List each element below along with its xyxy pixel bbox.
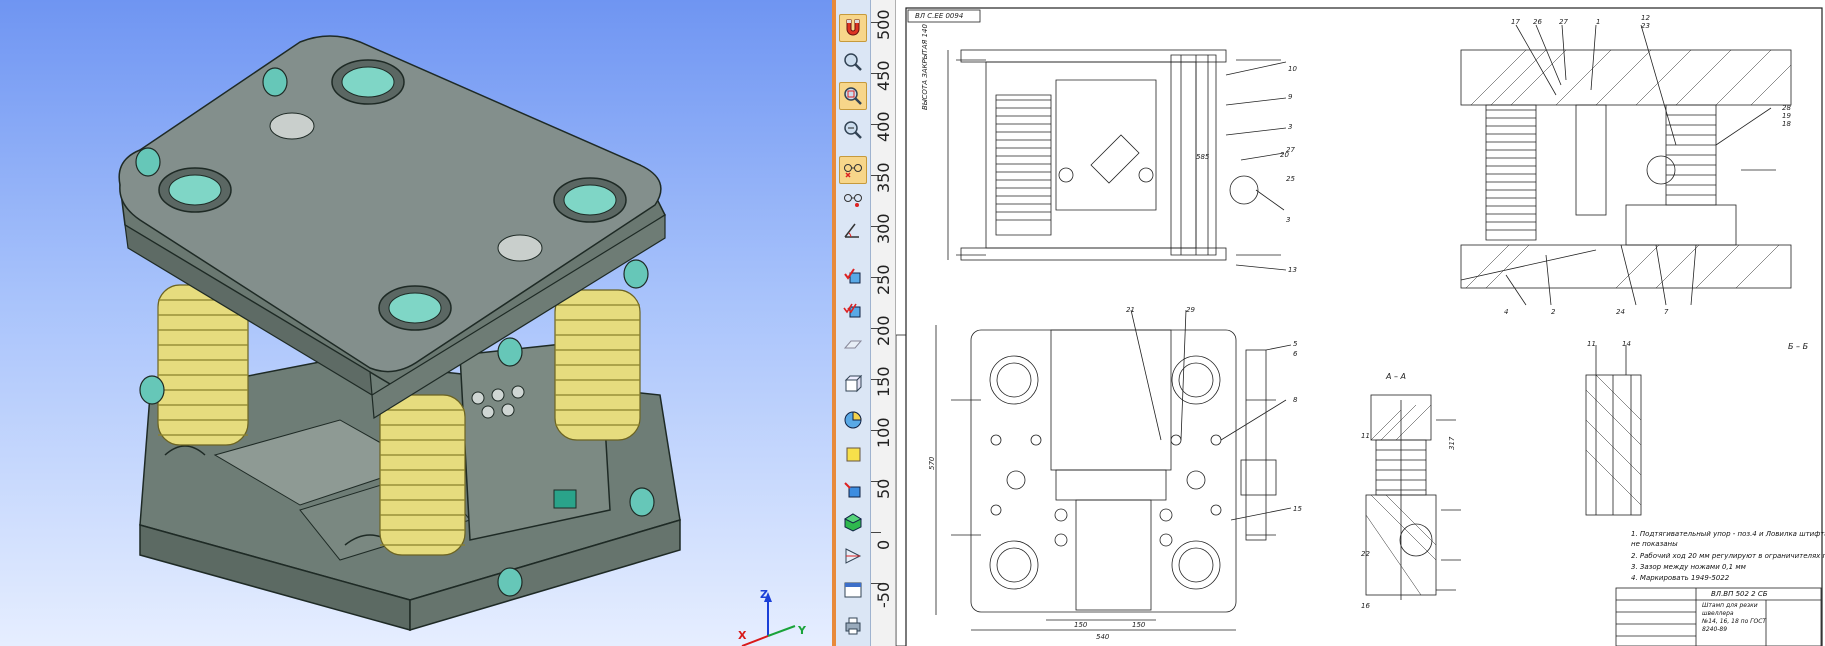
technical-note: 4. Маркировать 1949-5022 <box>1631 574 1730 582</box>
projection-icon[interactable] <box>839 542 867 570</box>
title-block-name: №14, 16, 18 по ГОСТ <box>1702 618 1767 625</box>
snap-cancel-icon[interactable] <box>839 156 867 184</box>
leader-label: 13 <box>1288 266 1297 274</box>
leader-label: 11 <box>1587 340 1596 348</box>
constraint-double-icon[interactable] <box>839 296 867 324</box>
ruler-label: 250 <box>874 264 893 295</box>
axis-x-label: X <box>738 629 747 642</box>
zoom-window-icon[interactable] <box>839 48 867 76</box>
vertical-toolbar <box>836 0 871 646</box>
model-viewport[interactable]: Z Y X <box>0 0 832 646</box>
leader-label: 4 <box>1504 308 1509 316</box>
leader-label: 8 <box>1293 396 1298 404</box>
leader-label: 2 <box>1551 308 1556 316</box>
leader-label: 16 <box>1361 602 1370 610</box>
drawing-sheet[interactable]: ВЛ С.ЕЕ 0094 ВЫСОТА ЗАКРЫТАЯ 140 585 570… <box>896 0 1825 646</box>
leader-label: 3 <box>1286 216 1291 224</box>
ruler-label: 350 <box>874 162 893 193</box>
dim-label: 150 <box>1132 621 1146 629</box>
dim-label: 317 <box>1448 436 1456 450</box>
ruler-label: 450 <box>874 60 893 91</box>
leader-label: 9 <box>1288 93 1293 101</box>
plane-icon[interactable] <box>839 330 867 358</box>
leader-label: 24 <box>1616 308 1625 316</box>
dim-label: 570 <box>928 456 936 470</box>
leader-label: 27 <box>1559 18 1568 26</box>
axis-z-label: Z <box>760 588 768 601</box>
section-aa-label: А – А <box>1386 372 1407 381</box>
leader-label: 25 <box>1286 175 1295 183</box>
axis-triad <box>741 592 796 646</box>
ruler-label: 500 <box>874 9 893 40</box>
print-icon[interactable] <box>839 612 867 640</box>
technical-note: не показаны <box>1631 540 1678 548</box>
shade-icon[interactable] <box>839 476 867 504</box>
spring-front <box>379 394 466 556</box>
leader-label: 3 <box>1288 123 1293 131</box>
leader-label: 15 <box>1293 505 1302 513</box>
leader-label: 28 <box>1782 104 1791 112</box>
leader-label: 23 <box>1641 22 1650 30</box>
dim-closed-height: ВЫСОТА ЗАКРЫТАЯ 140 <box>921 24 929 110</box>
ruler-label: 0 <box>874 539 893 550</box>
zoom-region-icon[interactable] <box>839 82 867 110</box>
technical-note: 1. Подтягивательный упор - поз.4 и Ловил… <box>1631 530 1825 538</box>
ruler-label: 300 <box>874 213 893 244</box>
render-icon[interactable] <box>839 508 867 536</box>
leader-label: 6 <box>1293 350 1298 358</box>
technical-note: 2. Рабочий ход 20 мм регулируют в ограни… <box>1631 552 1825 560</box>
leader-label: 26 <box>1533 18 1542 26</box>
stamp-text: ВЛ С.ЕЕ 0094 <box>915 12 964 20</box>
ruler-label: 100 <box>874 417 893 448</box>
leader-label: 18 <box>1782 120 1791 128</box>
die-set-3d-model[interactable] <box>0 0 832 646</box>
dim-label: 150 <box>1074 621 1088 629</box>
title-block-name: Штамп для резки <box>1702 602 1758 609</box>
section-view-icon[interactable] <box>839 406 867 434</box>
title-block-name: швеллера <box>1702 610 1734 617</box>
vertical-ruler[interactable]: 500 450 400 350 300 250 200 150 100 50 0… <box>871 0 896 646</box>
leader-label: 20 <box>1280 151 1289 159</box>
leader-label: 21 <box>1126 306 1135 314</box>
ruler-label: 200 <box>874 315 893 346</box>
leader-label: 17 <box>1511 18 1520 26</box>
leader-label: 29 <box>1186 306 1195 314</box>
section-bb-label: Б – Б <box>1788 342 1809 351</box>
dim-label: 585 <box>1196 153 1210 161</box>
leader-label: 22 <box>1361 550 1370 558</box>
leader-label: 14 <box>1622 340 1631 348</box>
leader-label: 11 <box>1361 432 1370 440</box>
ruler-label: 150 <box>874 366 893 397</box>
dim-label: 540 <box>1096 633 1110 641</box>
ruler-label: -50 <box>874 581 893 608</box>
cube-view-icon[interactable] <box>839 370 867 398</box>
leader-label: 10 <box>1288 65 1297 73</box>
leader-label: 7 <box>1664 308 1669 316</box>
leader-label: 5 <box>1293 340 1298 348</box>
spring-right <box>554 289 641 441</box>
constraint-check-icon[interactable] <box>839 262 867 290</box>
technical-note: 3. Зазор между ножами 0,1 мм <box>1631 563 1746 571</box>
axis-y-label: Y <box>798 624 806 637</box>
title-block-name: 8240-89 <box>1702 626 1728 633</box>
leader-label: 1 <box>1596 18 1601 26</box>
ruler-label: 50 <box>874 478 893 499</box>
fill-color-icon[interactable] <box>839 440 867 468</box>
magnet-icon[interactable] <box>839 14 867 42</box>
leader-label: 19 <box>1782 112 1791 120</box>
ruler-label: 400 <box>874 111 893 142</box>
leader-label: 12 <box>1641 14 1650 22</box>
snap-angle-icon[interactable] <box>839 216 867 244</box>
zoom-in-icon[interactable] <box>839 116 867 144</box>
snap-point-icon[interactable] <box>839 186 867 214</box>
window-icon[interactable] <box>839 576 867 604</box>
title-block-code: ВЛ.ВП 502 2 СБ <box>1711 590 1768 598</box>
